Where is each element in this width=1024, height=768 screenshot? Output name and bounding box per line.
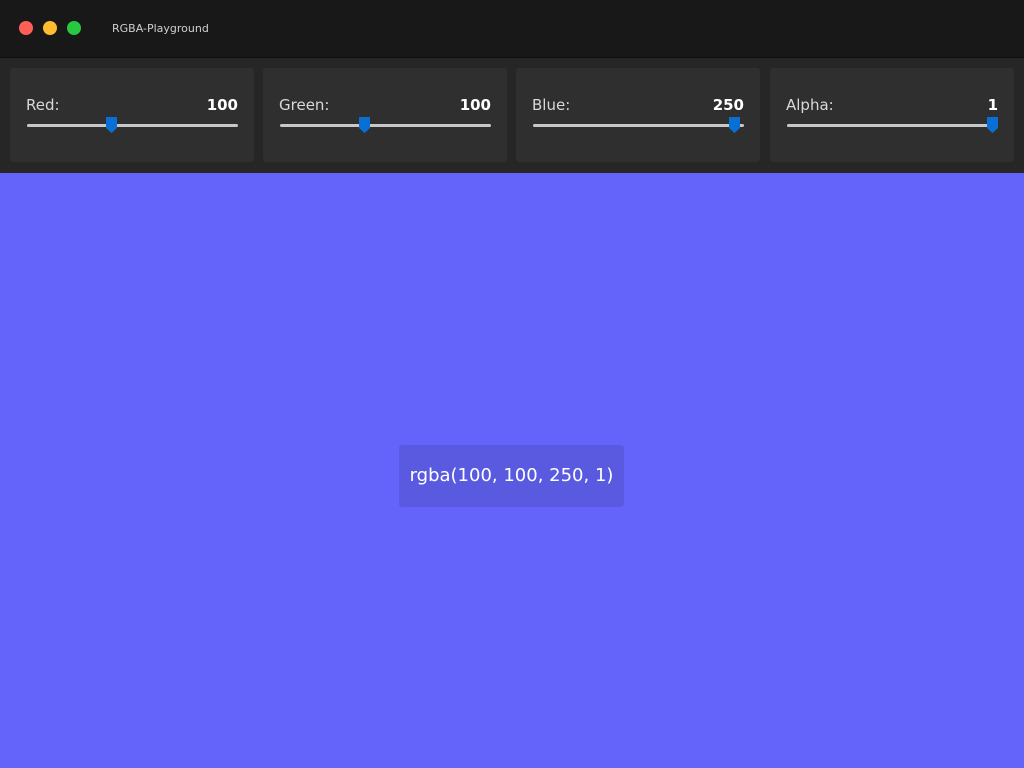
green-slider-track[interactable] (280, 124, 491, 127)
blue-slider-thumb[interactable] (728, 116, 741, 134)
color-preview-area: rgba(100, 100, 250, 1) (0, 173, 1024, 768)
green-slider[interactable] (280, 116, 491, 136)
red-slider[interactable] (27, 116, 238, 136)
red-value: 100 (206, 96, 238, 114)
red-slider-thumb[interactable] (105, 116, 118, 134)
zoom-window-button[interactable] (67, 21, 81, 35)
alpha-control-card: Alpha: 1 (770, 68, 1014, 162)
alpha-slider-thumb[interactable] (986, 116, 999, 134)
red-control-card: Red: 100 (10, 68, 254, 162)
alpha-label: Alpha: (786, 96, 834, 114)
alpha-value: 1 (987, 96, 998, 114)
green-value: 100 (459, 96, 491, 114)
title-bar: RGBA-Playground (0, 0, 1024, 58)
green-slider-thumb[interactable] (358, 116, 371, 134)
blue-slider-track[interactable] (533, 124, 744, 127)
blue-label: Blue: (532, 96, 571, 114)
green-label: Green: (279, 96, 330, 114)
minimize-window-button[interactable] (43, 21, 57, 35)
window-title: RGBA-Playground (112, 22, 209, 35)
blue-slider[interactable] (533, 116, 744, 136)
alpha-slider[interactable] (787, 116, 998, 136)
alpha-slider-track[interactable] (787, 124, 998, 127)
red-slider-track[interactable] (27, 124, 238, 127)
red-label: Red: (26, 96, 60, 114)
rgba-readout: rgba(100, 100, 250, 1) (399, 445, 624, 507)
green-control-card: Green: 100 (263, 68, 507, 162)
close-window-button[interactable] (19, 21, 33, 35)
app-window: RGBA-Playground Red: 100 Green: 100 Blue… (0, 0, 1024, 768)
blue-control-card: Blue: 250 (516, 68, 760, 162)
blue-value: 250 (712, 96, 744, 114)
slider-panel: Red: 100 Green: 100 Blue: 250 Alpha: 1 (0, 58, 1024, 173)
